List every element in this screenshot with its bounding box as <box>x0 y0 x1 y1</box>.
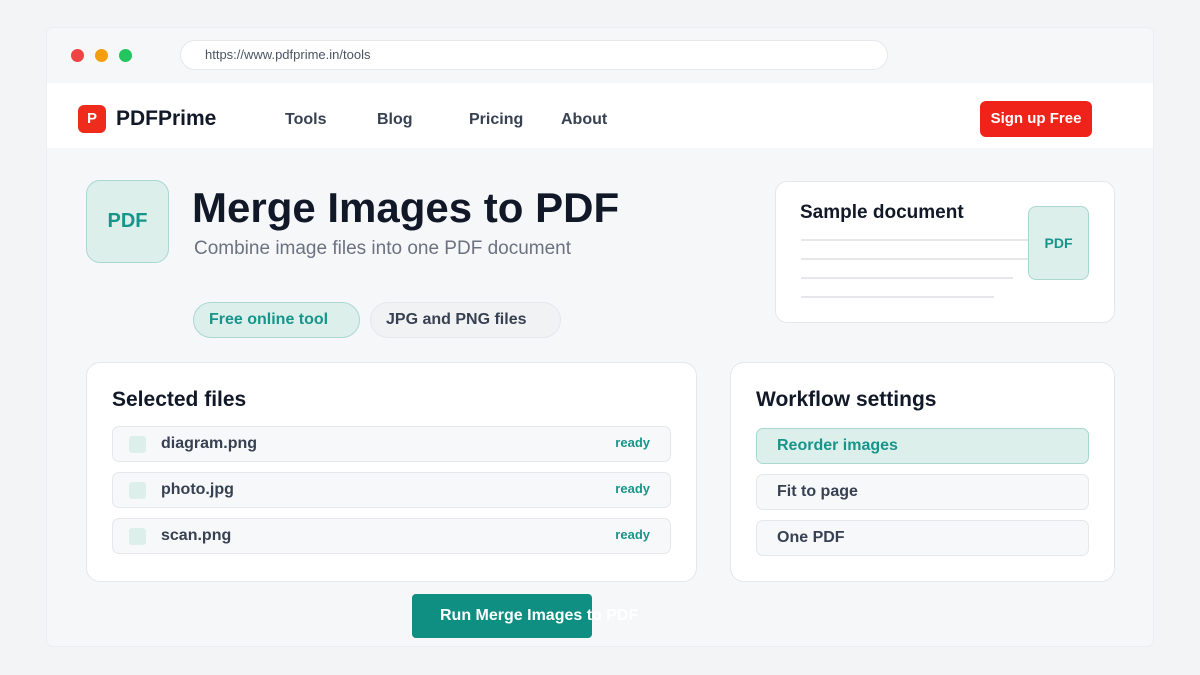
chip-file-types: JPG and PNG files <box>370 302 561 338</box>
selected-files-panel: Selected files diagram.png ready photo.j… <box>86 362 697 582</box>
nav-link-pricing[interactable]: Pricing <box>469 110 523 130</box>
setting-fit-to-page[interactable]: Fit to page <box>756 474 1089 510</box>
file-status: ready <box>615 435 650 450</box>
browser-window: https://www.pdfprime.in/tools P PDFPrime… <box>47 28 1153 646</box>
file-name: diagram.png <box>161 435 258 452</box>
file-name: scan.png <box>161 527 232 544</box>
page-title: Merge Images to PDF <box>192 184 620 231</box>
file-row[interactable]: photo.jpg ready <box>112 472 671 508</box>
logo-icon[interactable]: P <box>78 105 106 133</box>
workflow-settings-panel: Workflow settings Reorder images Fit to … <box>730 362 1115 582</box>
site-header: P PDFPrime Tools Blog Pricing About Sign… <box>47 83 1153 148</box>
file-row[interactable]: scan.png ready <box>112 518 671 554</box>
sample-text-line <box>801 239 1039 241</box>
workflow-settings-title: Workflow settings <box>756 388 937 411</box>
file-status: ready <box>615 527 650 542</box>
run-merge-button[interactable]: Run Merge Images to PDF <box>412 594 638 638</box>
sample-document-card: Sample document PDF <box>775 181 1115 323</box>
sample-text-line <box>801 258 1034 260</box>
address-bar[interactable]: https://www.pdfprime.in/tools <box>180 40 888 70</box>
minimize-window-dot[interactable] <box>95 49 108 62</box>
maximize-window-dot[interactable] <box>119 49 132 62</box>
selected-files-title: Selected files <box>112 388 247 411</box>
file-checkbox[interactable] <box>129 528 146 545</box>
pdf-file-icon: PDF <box>1028 206 1089 280</box>
page-subtitle: Combine image files into one PDF documen… <box>194 238 572 259</box>
sample-text-line <box>801 296 994 298</box>
browser-chrome: https://www.pdfprime.in/tools <box>47 28 1153 83</box>
sample-text-line <box>801 277 1013 279</box>
file-checkbox[interactable] <box>129 436 146 453</box>
signup-button[interactable]: Sign up Free <box>980 101 1092 137</box>
brand-name[interactable]: PDFPrime <box>116 105 216 133</box>
chip-free-online-tool: Free online tool <box>193 302 360 338</box>
close-window-dot[interactable] <box>71 49 84 62</box>
pdf-tool-icon: PDF <box>86 180 169 263</box>
file-checkbox[interactable] <box>129 482 146 499</box>
nav-link-blog[interactable]: Blog <box>377 110 413 130</box>
nav-link-tools[interactable]: Tools <box>285 110 326 130</box>
setting-reorder-images[interactable]: Reorder images <box>756 428 1089 464</box>
file-name: photo.jpg <box>161 481 234 498</box>
file-status: ready <box>615 481 650 496</box>
sample-document-title: Sample document <box>800 202 964 223</box>
nav-link-about[interactable]: About <box>561 110 607 130</box>
setting-one-pdf[interactable]: One PDF <box>756 520 1089 556</box>
file-row[interactable]: diagram.png ready <box>112 426 671 462</box>
